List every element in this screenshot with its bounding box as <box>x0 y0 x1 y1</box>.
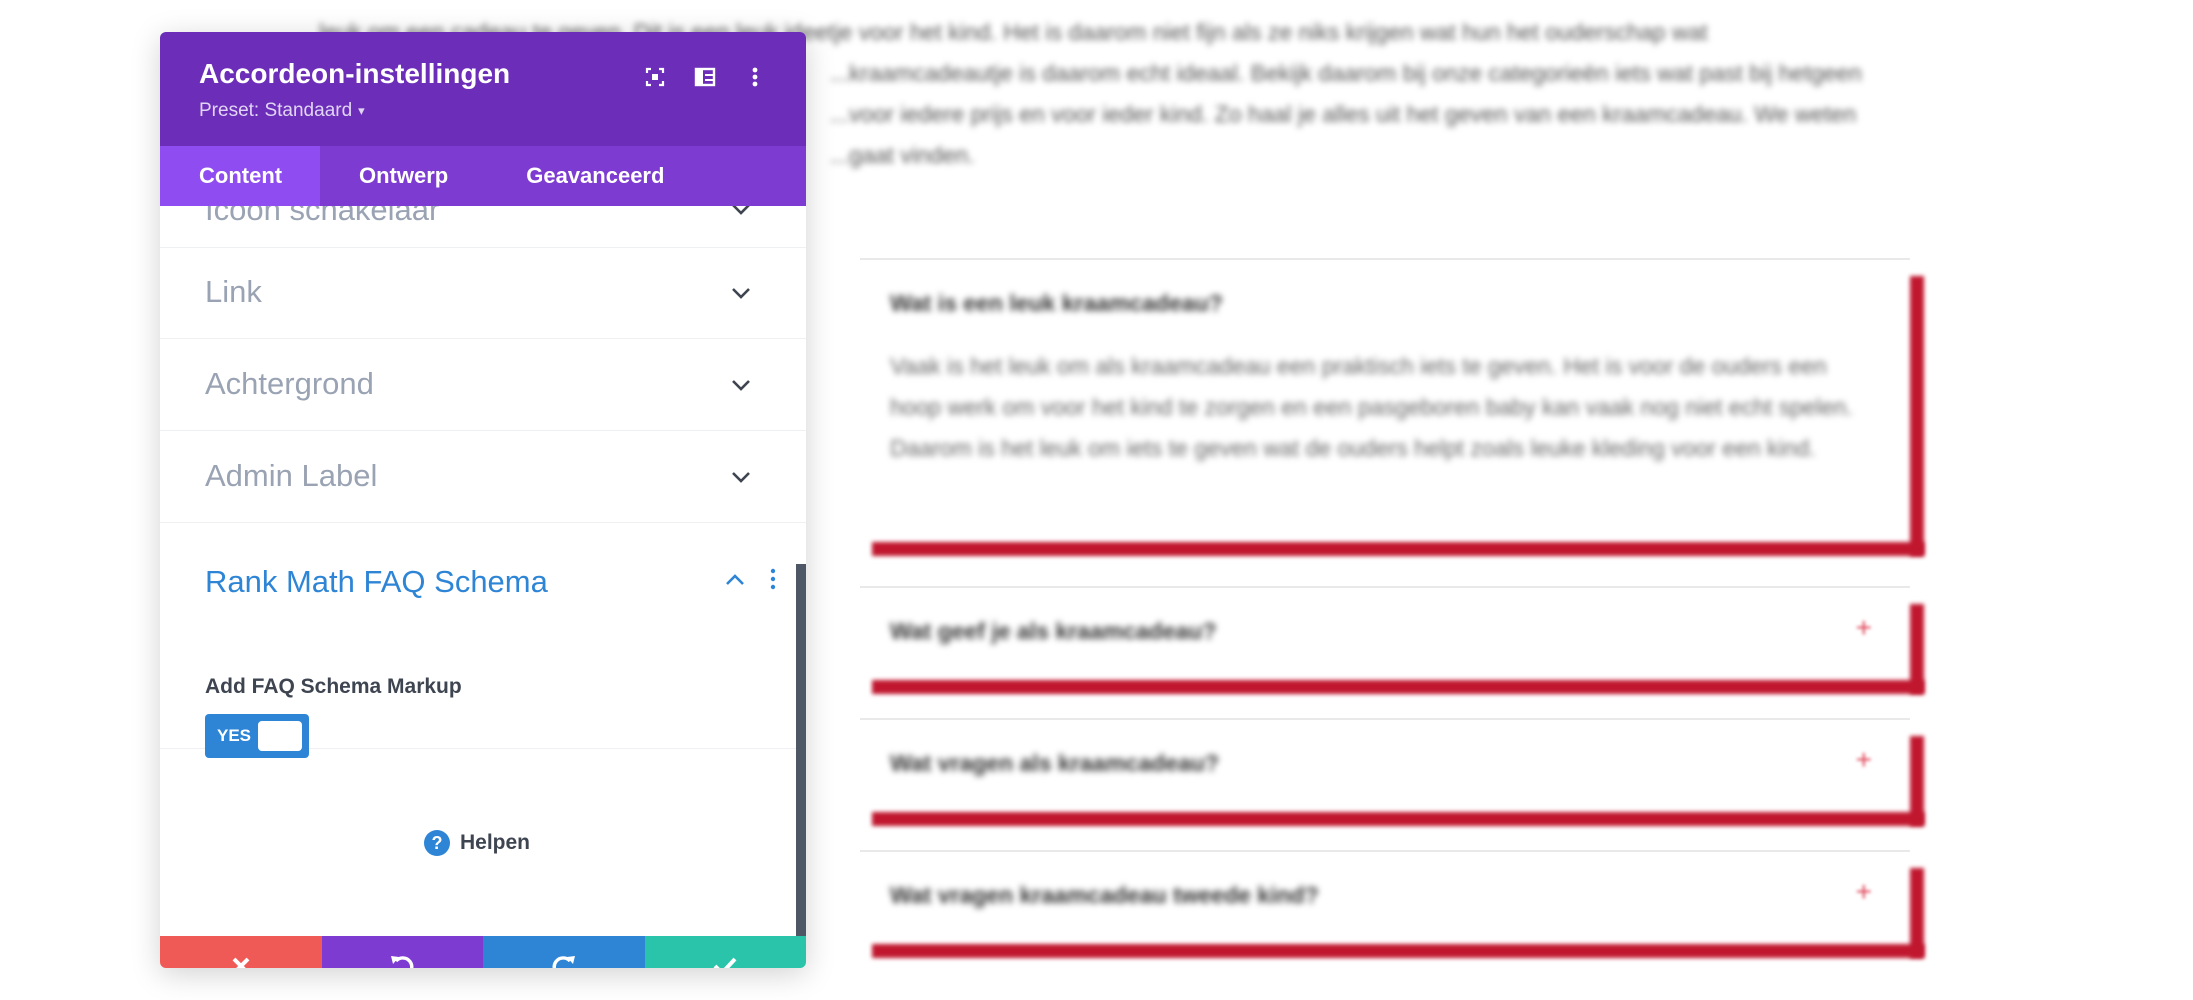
accordion-item[interactable]: Wat vragen kraamcadeau tweede kind? + <box>860 850 1924 958</box>
section-link[interactable]: Link <box>160 247 806 339</box>
chevron-down-icon[interactable] <box>730 286 752 300</box>
redo-icon <box>552 956 575 968</box>
section-icoon-schakelaar[interactable]: Icoon schakelaar <box>160 206 806 248</box>
section-admin-label[interactable]: Admin Label <box>160 431 806 523</box>
help-label: Helpen <box>460 831 531 854</box>
accordion-item-open[interactable]: Wat is een leuk kraamcadeau? Vaak is het… <box>860 258 1924 556</box>
check-icon <box>713 957 737 968</box>
help-icon: ? <box>424 830 450 856</box>
toggle-knob <box>258 721 302 751</box>
settings-body[interactable]: Icoon schakelaar Link Achtergrond Admin … <box>160 206 806 936</box>
accordion-title[interactable]: Wat geef je als kraamcadeau? <box>890 618 1216 645</box>
panel-footer <box>160 936 806 968</box>
more-options-icon[interactable] <box>768 567 778 591</box>
panel-title: Accordeon-instellingen <box>199 58 511 89</box>
accordion-title[interactable]: Wat vragen als kraamcadeau? <box>890 750 1219 777</box>
section-label: Link <box>205 274 262 309</box>
panel-header[interactable]: Accordeon-instellingen Preset: Standaard… <box>160 32 806 146</box>
undo-button[interactable] <box>321 936 483 968</box>
help-link[interactable]: ? Helpen <box>424 830 530 856</box>
split-view-icon[interactable] <box>690 62 720 92</box>
chevron-down-icon[interactable] <box>730 206 752 216</box>
section-label: Admin Label <box>205 458 378 493</box>
tab-content[interactable]: Content <box>160 146 320 206</box>
tab-geavanceerd[interactable]: Geavanceerd <box>487 146 703 206</box>
section-label: Icoon schakelaar <box>205 206 440 227</box>
tab-ontwerp[interactable]: Ontwerp <box>320 146 487 206</box>
accordion-title[interactable]: Wat vragen kraamcadeau tweede kind? <box>890 882 1319 909</box>
accordion-body: Vaak is het leuk om als kraamcadeau een … <box>890 353 1853 461</box>
accordion-title[interactable]: Wat is een leuk kraamcadeau? <box>890 290 1223 317</box>
accordion-item[interactable]: Wat vragen als kraamcadeau? + <box>860 718 1924 826</box>
scrollbar[interactable] <box>796 564 806 936</box>
chevron-up-icon[interactable] <box>724 573 746 587</box>
close-icon <box>232 957 250 968</box>
plus-icon[interactable]: + <box>1856 744 1872 776</box>
redo-button[interactable] <box>483 936 645 968</box>
undo-icon <box>391 956 414 968</box>
faq-schema-field-label: Add FAQ Schema Markup <box>205 675 462 698</box>
accordion-item[interactable]: Wat geef je als kraamcadeau? + <box>860 586 1924 694</box>
faq-schema-toggle[interactable]: YES <box>205 714 309 758</box>
preset-dropdown[interactable]: Preset: Standaard ▾ <box>199 100 365 122</box>
more-options-icon[interactable] <box>740 62 770 92</box>
plus-icon[interactable]: + <box>1856 612 1872 644</box>
section-label: Rank Math FAQ Schema <box>205 564 548 599</box>
preset-label: Preset: Standaard <box>199 100 353 121</box>
cancel-button[interactable] <box>160 936 322 968</box>
toggle-state-label: YES <box>217 726 252 745</box>
chevron-down-icon[interactable] <box>730 470 752 484</box>
section-achtergrond[interactable]: Achtergrond <box>160 339 806 431</box>
background-paragraph-line: ...voor iedere prijs en voor ieder kind.… <box>830 101 1857 127</box>
background-paragraph-line: ...kraamcadeautje is daarom echt ideaal.… <box>830 60 1862 86</box>
settings-tabs: Content Ontwerp Geavanceerd <box>160 146 806 206</box>
chevron-down-icon[interactable] <box>730 378 752 392</box>
fullscreen-icon[interactable] <box>640 62 670 92</box>
module-settings-panel: Accordeon-instellingen Preset: Standaard… <box>160 32 806 968</box>
caret-down-icon: ▾ <box>358 103 365 118</box>
section-label: Achtergrond <box>205 366 374 401</box>
plus-icon[interactable]: + <box>1856 876 1872 908</box>
save-button[interactable] <box>644 936 806 968</box>
background-paragraph-line: ...gaat vinden. <box>830 142 975 168</box>
